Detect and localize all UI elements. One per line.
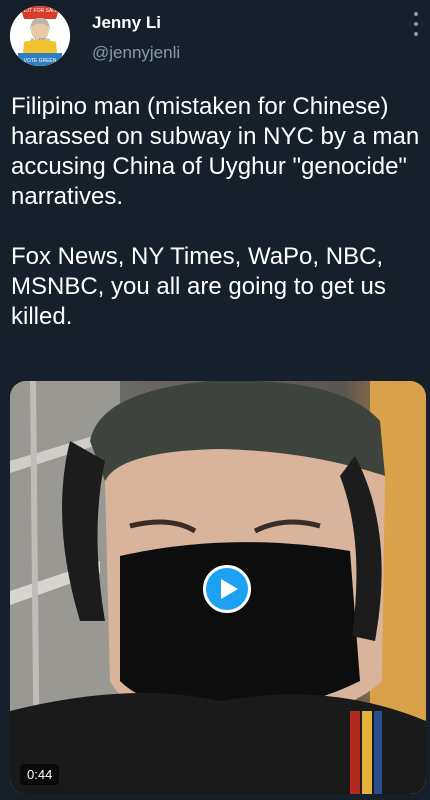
play-button[interactable] [203,565,251,613]
tweet-header: NOT FOR SALE JILL STEIN VOTE GREEN Jenny… [0,0,430,82]
avatar[interactable]: NOT FOR SALE JILL STEIN VOTE GREEN [10,6,70,66]
play-icon [221,579,238,599]
more-vertical-icon[interactable] [410,12,422,36]
avatar-sign-bottom: VOTE GREEN [24,58,57,64]
video-player[interactable]: 0:44 [10,381,426,794]
author-name[interactable]: Jenny Li [92,13,161,33]
tweet-text: Filipino man (mistaken for Chinese) hara… [11,93,420,330]
author-handle[interactable]: @jennyjenli [92,43,180,63]
avatar-sign-top: NOT FOR SALE [22,8,59,14]
video-duration: 0:44 [20,764,60,785]
